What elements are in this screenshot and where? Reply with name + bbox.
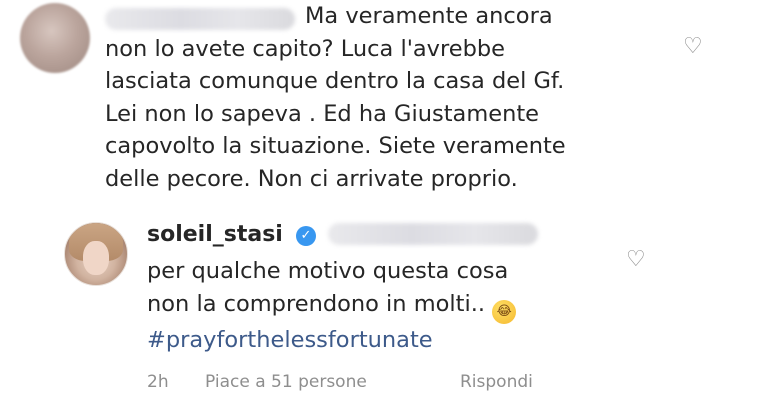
heart-outline-icon[interactable]: ♡: [626, 249, 646, 271]
reply-line: non la comprendono in molti..: [147, 290, 486, 317]
comment-line: Lei non lo sapeva . Ed ha Giustamente: [105, 100, 540, 127]
verified-badge-icon: ✓: [296, 226, 316, 246]
heart-outline-icon[interactable]: ♡: [683, 36, 703, 58]
comment-first: Ma veramente ancora non lo avete capito?…: [0, 0, 767, 210]
comment-line: lasciata comunque dentro la casa del Gf.: [105, 68, 565, 94]
laughing-emoji-icon: 😂: [492, 299, 517, 324]
username[interactable]: soleil_stasi: [147, 220, 283, 250]
reply-line: per qualche motivo questa cosa: [147, 258, 509, 284]
comment-line: delle pecore. Non ci arrivate proprio.: [105, 165, 518, 192]
avatar[interactable]: [64, 222, 128, 286]
reply-button[interactable]: Rispondi: [460, 368, 533, 396]
comment-line: Ma veramente ancora: [305, 3, 553, 29]
comment-line: capovolto la situazione. Siete veramente: [105, 133, 566, 159]
timestamp: 2h: [147, 372, 169, 392]
mentioned-user-redacted: [328, 223, 538, 245]
comment-meta: 2h Piace a 51 persone Rispondi: [147, 368, 767, 396]
avatar-redacted[interactable]: [20, 3, 90, 73]
likes-count-link[interactable]: Piace a 51 persone: [205, 368, 367, 396]
reply-text: per qualche motivo questa cosa non la co…: [147, 255, 517, 356]
comment-text: Ma veramente ancora non lo avete capito?…: [105, 0, 566, 195]
comment-line: non lo avete capito? Luca l'avrebbe: [105, 35, 506, 62]
hashtag-link[interactable]: #prayforthelessfortunate: [147, 327, 433, 353]
